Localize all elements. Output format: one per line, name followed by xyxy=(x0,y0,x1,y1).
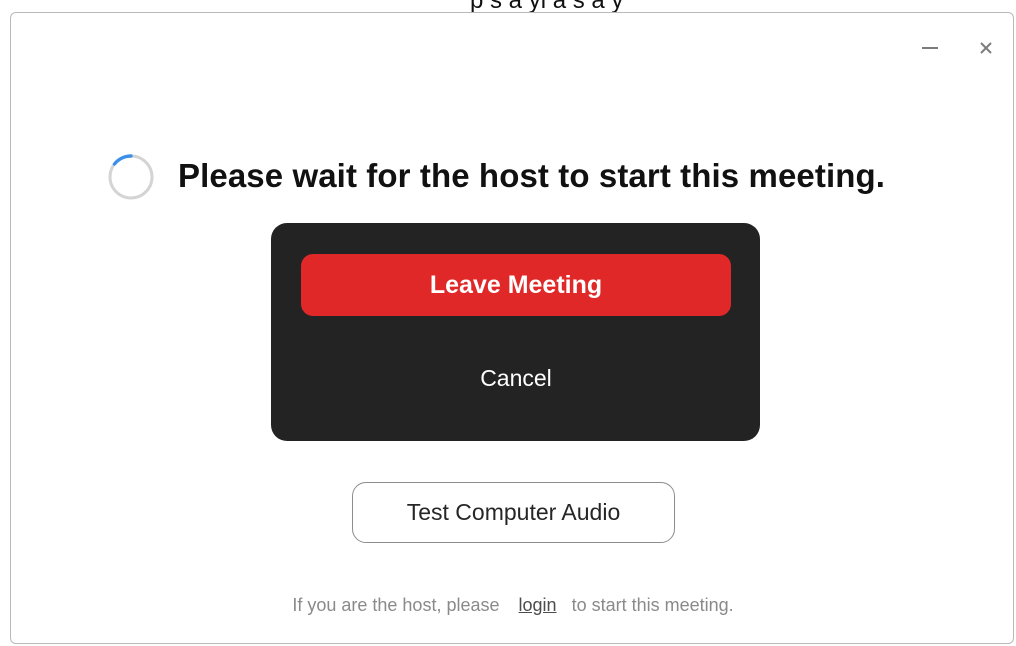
leave-meeting-panel: Leave Meeting Cancel xyxy=(271,223,760,441)
spinner-icon xyxy=(108,154,154,200)
background-window-text-fragment: p s a yi a s a y xyxy=(0,0,1016,12)
waiting-room-window: Please wait for the host to start this m… xyxy=(10,12,1014,644)
leave-meeting-button[interactable]: Leave Meeting xyxy=(301,254,731,316)
minimize-button[interactable] xyxy=(917,35,943,61)
host-note-text-before: If you are the host, please xyxy=(292,595,500,615)
close-icon xyxy=(980,42,992,54)
wait-for-host-heading: Please wait for the host to start this m… xyxy=(178,157,885,194)
test-computer-audio-button[interactable]: Test Computer Audio xyxy=(352,482,675,543)
cancel-button[interactable]: Cancel xyxy=(301,353,731,403)
host-login-note: If you are the host, please login to sta… xyxy=(11,595,1015,616)
login-link[interactable]: login xyxy=(519,595,557,615)
close-button[interactable] xyxy=(973,35,999,61)
host-note-text-after: to start this meeting. xyxy=(571,595,734,615)
